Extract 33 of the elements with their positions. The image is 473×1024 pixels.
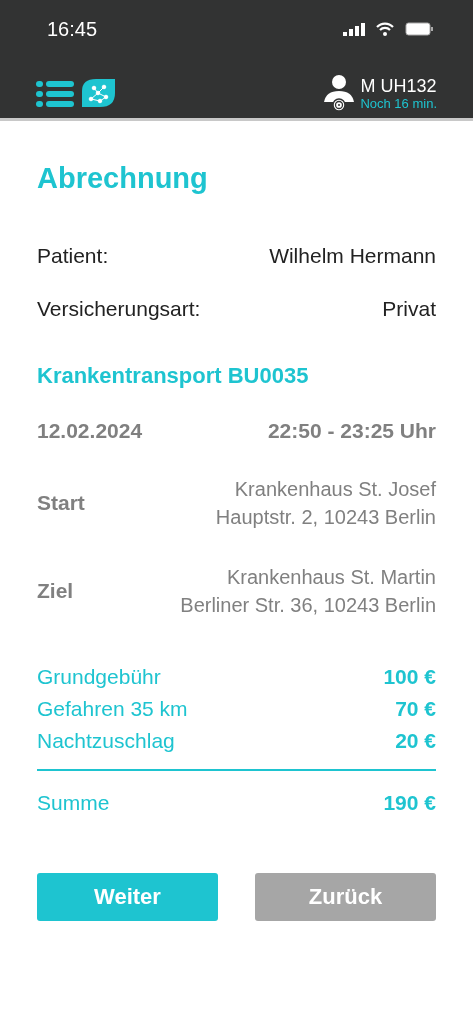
fee-label: Nachtzuschlag xyxy=(37,729,175,753)
fee-amount: 100 € xyxy=(383,665,436,689)
info-value: Privat xyxy=(382,296,436,321)
address-line: Hauptstr. 2, 10243 Berlin xyxy=(215,505,436,530)
fee-label: Gefahren 35 km xyxy=(37,697,188,721)
vehicle-id: M UH132 xyxy=(360,75,437,96)
transport-title: Krankentransport BU0035 xyxy=(37,363,310,389)
fee-amount: 20 € xyxy=(395,729,436,753)
info-label: Versicherungsart: xyxy=(37,296,201,321)
transport-date: 12.02.2024 xyxy=(37,419,143,443)
network-leaf-icon[interactable] xyxy=(82,79,115,107)
signal-icon xyxy=(343,22,365,36)
page-title: Abrechnung xyxy=(37,161,209,195)
menu-icon[interactable] xyxy=(36,79,74,107)
wifi-icon xyxy=(376,22,394,36)
info-label: Patient: xyxy=(37,243,109,268)
stop-label: Ziel xyxy=(37,579,74,603)
status-time: 16:45 xyxy=(47,17,98,41)
battery-icon xyxy=(405,22,433,36)
total-amount: 190 € xyxy=(383,791,436,815)
fee-amount: 70 € xyxy=(395,697,436,721)
total-label: Summe xyxy=(37,791,110,815)
fee-label: Grundgebühr xyxy=(37,665,161,689)
transport-time: 22:50 - 23:25 Uhr xyxy=(267,419,436,443)
back-button[interactable]: Zurück xyxy=(255,873,436,921)
stop-label: Start xyxy=(37,491,85,515)
address-line: Berliner Str. 36, 10243 Berlin xyxy=(180,593,436,618)
next-button[interactable]: Weiter xyxy=(37,873,218,921)
remaining-time: Noch 16 min. xyxy=(360,95,437,111)
info-value: Wilhelm Hermann xyxy=(269,243,436,268)
address-line: Krankenhaus St. Josef xyxy=(234,477,436,502)
address-line: Krankenhaus St. Martin xyxy=(227,565,436,590)
driver-icon xyxy=(324,74,355,112)
